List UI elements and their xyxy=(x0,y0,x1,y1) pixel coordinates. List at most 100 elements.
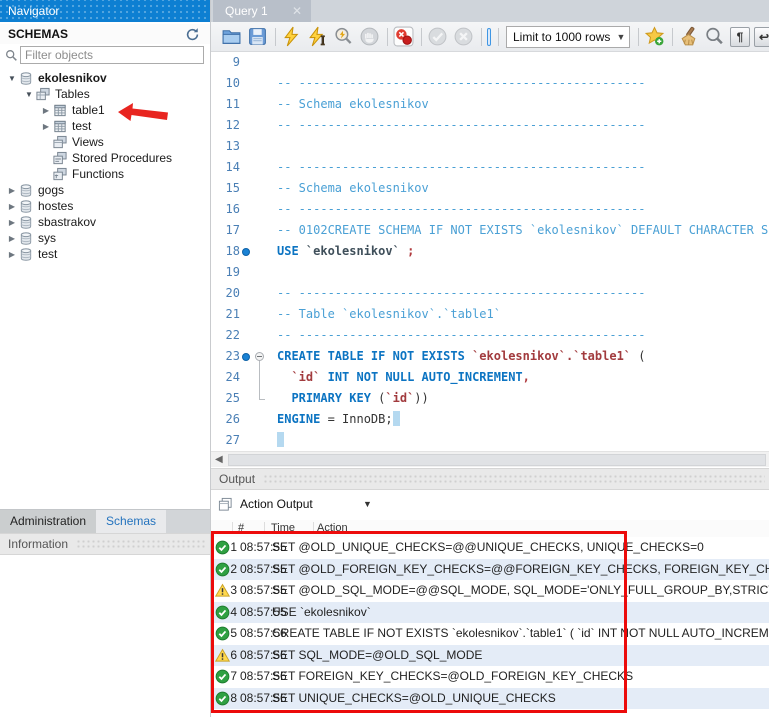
tree-item-test[interactable]: ▶ test xyxy=(0,118,210,134)
output-row-2[interactable]: 208:57:55SET @OLD_FOREIGN_KEY_CHECKS=@@F… xyxy=(211,559,769,581)
chevron-down-icon: ▼ xyxy=(613,32,629,42)
tree-item-sbastrakov[interactable]: ▶sbastrakov xyxy=(0,214,210,230)
execute-current-icon[interactable] xyxy=(307,26,328,47)
filter-objects-input[interactable] xyxy=(20,46,204,64)
fold-column xyxy=(252,409,272,430)
output-row-3[interactable]: 308:57:55SET @OLD_SQL_MODE=@@SQL_MODE, S… xyxy=(211,580,769,602)
output-row-8[interactable]: 808:57:56SET UNIQUE_CHECKS=@OLD_UNIQUE_C… xyxy=(211,688,769,710)
scroll-left-icon[interactable]: ◀ xyxy=(215,453,223,466)
code-text: -- -------------------------------------… xyxy=(277,325,645,346)
tree-item-label: test xyxy=(72,119,91,133)
tables-icon xyxy=(35,87,51,102)
editor-line-21: 21-- Table `ekolesnikov`.`table1` xyxy=(211,304,769,325)
navigator-title: Navigator xyxy=(8,4,59,18)
tree-item-views[interactable]: Views xyxy=(0,134,210,150)
schema-icon xyxy=(18,231,34,246)
beautify-icon[interactable] xyxy=(678,26,699,47)
open-file-icon[interactable] xyxy=(221,26,242,47)
commit-icon[interactable] xyxy=(427,26,448,47)
close-icon[interactable]: ✕ xyxy=(292,0,302,22)
tab-administration[interactable]: Administration xyxy=(0,510,96,533)
output-row-5[interactable]: 508:57:56CREATE TABLE IF NOT EXISTS `eko… xyxy=(211,623,769,645)
expander-icon[interactable]: ▶ xyxy=(6,202,18,211)
rollback-icon[interactable] xyxy=(453,26,474,47)
layers-icon xyxy=(218,497,233,512)
schemas-section-header: SCHEMAS xyxy=(0,24,210,44)
tree-item-label: Views xyxy=(72,135,104,149)
toggle-highlight[interactable] xyxy=(487,28,491,46)
output-row-4[interactable]: 408:57:55USE `ekolesnikov` xyxy=(211,602,769,624)
expander-icon[interactable]: ▶ xyxy=(6,250,18,259)
tree-item-label: Functions xyxy=(72,167,124,181)
explain-icon[interactable] xyxy=(333,26,354,47)
schemas-title: SCHEMAS xyxy=(0,27,68,41)
row-index: 4 xyxy=(223,602,237,624)
new-snippet-icon[interactable] xyxy=(644,26,665,47)
tab-schemas[interactable]: Schemas xyxy=(96,510,166,533)
wrap-icon[interactable]: ↩ xyxy=(754,27,769,47)
output-column-header: #TimeAction xyxy=(211,520,769,538)
chevron-down-icon[interactable]: ▼ xyxy=(363,494,372,515)
stop-on-error-icon[interactable] xyxy=(393,26,414,47)
stop-icon[interactable] xyxy=(359,26,380,47)
line-number: 13 xyxy=(215,136,240,157)
schema-icon xyxy=(18,199,34,214)
tree-item-label: Stored Procedures xyxy=(72,151,172,165)
editor-line-19: 19 xyxy=(211,262,769,283)
tree-item-gogs[interactable]: ▶gogs xyxy=(0,182,210,198)
limit-rows-select[interactable]: Limit to 1000 rows▼ xyxy=(506,26,630,48)
tree-item-hostes[interactable]: ▶hostes xyxy=(0,198,210,214)
tree-item-ekolesnikov[interactable]: ▼ekolesnikov xyxy=(0,70,210,86)
fold-column xyxy=(252,199,272,220)
expander-icon[interactable]: ▼ xyxy=(6,74,18,83)
row-index: 8 xyxy=(223,688,237,710)
code-text: USE `ekolesnikov` ; xyxy=(277,241,414,262)
tab-query1[interactable]: Query 1 ✕ xyxy=(213,0,311,22)
code-text: -- -------------------------------------… xyxy=(277,199,645,220)
fold-collapse-icon[interactable] xyxy=(252,346,272,367)
expander-icon[interactable]: ▶ xyxy=(6,218,18,227)
line-number: 17 xyxy=(215,220,240,241)
navigator-panel: Navigator SCHEMAS ▼ekolesnikov▼Tables▶ta… xyxy=(0,0,211,717)
editor-line-10: 10-- -----------------------------------… xyxy=(211,73,769,94)
mysql-workbench-window: Navigator SCHEMAS ▼ekolesnikov▼Tables▶ta… xyxy=(0,0,769,717)
table-icon xyxy=(52,103,68,118)
marker-column xyxy=(240,115,252,136)
refresh-icon[interactable] xyxy=(185,27,200,42)
row-action: SET @OLD_UNIQUE_CHECKS=@@UNIQUE_CHECKS, … xyxy=(272,537,769,559)
line-number: 21 xyxy=(215,304,240,325)
find-icon[interactable] xyxy=(704,26,725,47)
information-title: Information xyxy=(0,534,68,554)
expander-icon[interactable]: ▶ xyxy=(40,122,52,131)
scrollbar-thumb[interactable] xyxy=(228,454,766,466)
marker-column xyxy=(240,388,252,409)
row-index: 7 xyxy=(223,666,237,688)
save-icon[interactable] xyxy=(247,26,268,47)
expander-icon[interactable]: ▶ xyxy=(6,186,18,195)
execute-icon[interactable] xyxy=(281,26,302,47)
output-view-selector[interactable]: Action Output xyxy=(240,494,375,515)
tree-item-table1[interactable]: ▶table1 xyxy=(0,102,210,118)
invisibles-icon[interactable]: ¶ xyxy=(730,27,750,47)
tree-item-tables[interactable]: ▼Tables xyxy=(0,86,210,102)
editor-horizontal-scrollbar[interactable]: ◀ xyxy=(211,451,769,467)
row-action: SET @OLD_SQL_MODE=@@SQL_MODE, SQL_MODE='… xyxy=(272,580,769,602)
editor-line-13: 13 xyxy=(211,136,769,157)
tree-item-functions[interactable]: Functions xyxy=(0,166,210,182)
output-row-6[interactable]: 608:57:56SET SQL_MODE=@OLD_SQL_MODE xyxy=(211,645,769,667)
row-index: 2 xyxy=(223,559,237,581)
column-separator xyxy=(264,522,265,534)
sidebar-tabs: AdministrationSchemas xyxy=(0,509,210,534)
editor-line-9: 9 xyxy=(211,52,769,73)
output-row-1[interactable]: 108:57:55SET @OLD_UNIQUE_CHECKS=@@UNIQUE… xyxy=(211,537,769,559)
output-row-7[interactable]: 708:57:56SET FOREIGN_KEY_CHECKS=@OLD_FOR… xyxy=(211,666,769,688)
marker-column xyxy=(240,283,252,304)
sql-editor[interactable]: 910-- ----------------------------------… xyxy=(211,52,769,451)
tree-item-test[interactable]: ▶test xyxy=(0,246,210,262)
tree-item-sys[interactable]: ▶sys xyxy=(0,230,210,246)
expander-icon[interactable]: ▶ xyxy=(6,234,18,243)
marker-column xyxy=(240,157,252,178)
expander-icon[interactable]: ▶ xyxy=(40,106,52,115)
tree-item-stored-procedures[interactable]: Stored Procedures xyxy=(0,150,210,166)
expander-icon[interactable]: ▼ xyxy=(23,90,35,99)
